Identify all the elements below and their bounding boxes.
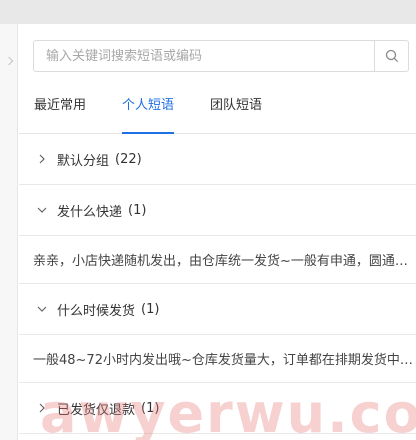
window-top-strip [0, 0, 416, 24]
group-label: 默认分组 [57, 153, 110, 169]
tab-personal[interactable]: 个人短语 [122, 98, 175, 134]
group-count: (1) [141, 400, 160, 416]
quick-phrase-panel: 最近常用 个人短语 团队短语 默认分组 (22) 发什么快递 (1) 亲亲，小店… [19, 24, 416, 440]
group-label: 发什么快递 [57, 204, 123, 220]
phrase-tabs: 最近常用 个人短语 团队短语 [19, 88, 416, 134]
group-count: (22) [115, 151, 142, 167]
search-icon [385, 49, 398, 63]
chevron-down-icon [37, 304, 47, 314]
search-box [33, 40, 409, 72]
phrase-text: 亲亲，小店快递随机发出，由仓库统一发货~一般有申通，圆通，中通，韵达，百世等 [33, 254, 413, 269]
search-button[interactable] [374, 41, 408, 71]
chevron-down-icon [37, 205, 47, 215]
phrase-item[interactable]: 亲亲，小店快递随机发出，由仓库统一发货~一般有申通，圆通，中通，韵达，百世等 [19, 236, 416, 284]
left-collapsed-column [0, 24, 18, 440]
search-input[interactable] [34, 41, 374, 71]
group-label: 已发货仅退款 [57, 402, 136, 418]
chevron-right-icon [37, 403, 47, 413]
group-count: (1) [128, 202, 147, 218]
chevron-right-icon [37, 154, 47, 164]
tab-team[interactable]: 团队短语 [210, 98, 262, 134]
phrase-text: 一般48~72小时内发出哦~仓库发货量大，订单都在排期发货中，请您耐心等待 [33, 353, 413, 368]
group-row-ship-time[interactable]: 什么时候发货 (1) [19, 284, 416, 335]
phrase-item[interactable]: 一般48~72小时内发出哦~仓库发货量大，订单都在排期发货中，请您耐心等待 [19, 335, 416, 383]
group-label: 什么时候发货 [57, 303, 136, 319]
chevron-right-icon[interactable] [4, 56, 14, 66]
group-count: (1) [141, 301, 160, 317]
tab-recent[interactable]: 最近常用 [34, 98, 86, 134]
group-row-refund[interactable]: 已发货仅退款 (1) [19, 383, 416, 434]
group-row-courier[interactable]: 发什么快递 (1) [19, 185, 416, 236]
group-row-default[interactable]: 默认分组 (22) [19, 134, 416, 185]
